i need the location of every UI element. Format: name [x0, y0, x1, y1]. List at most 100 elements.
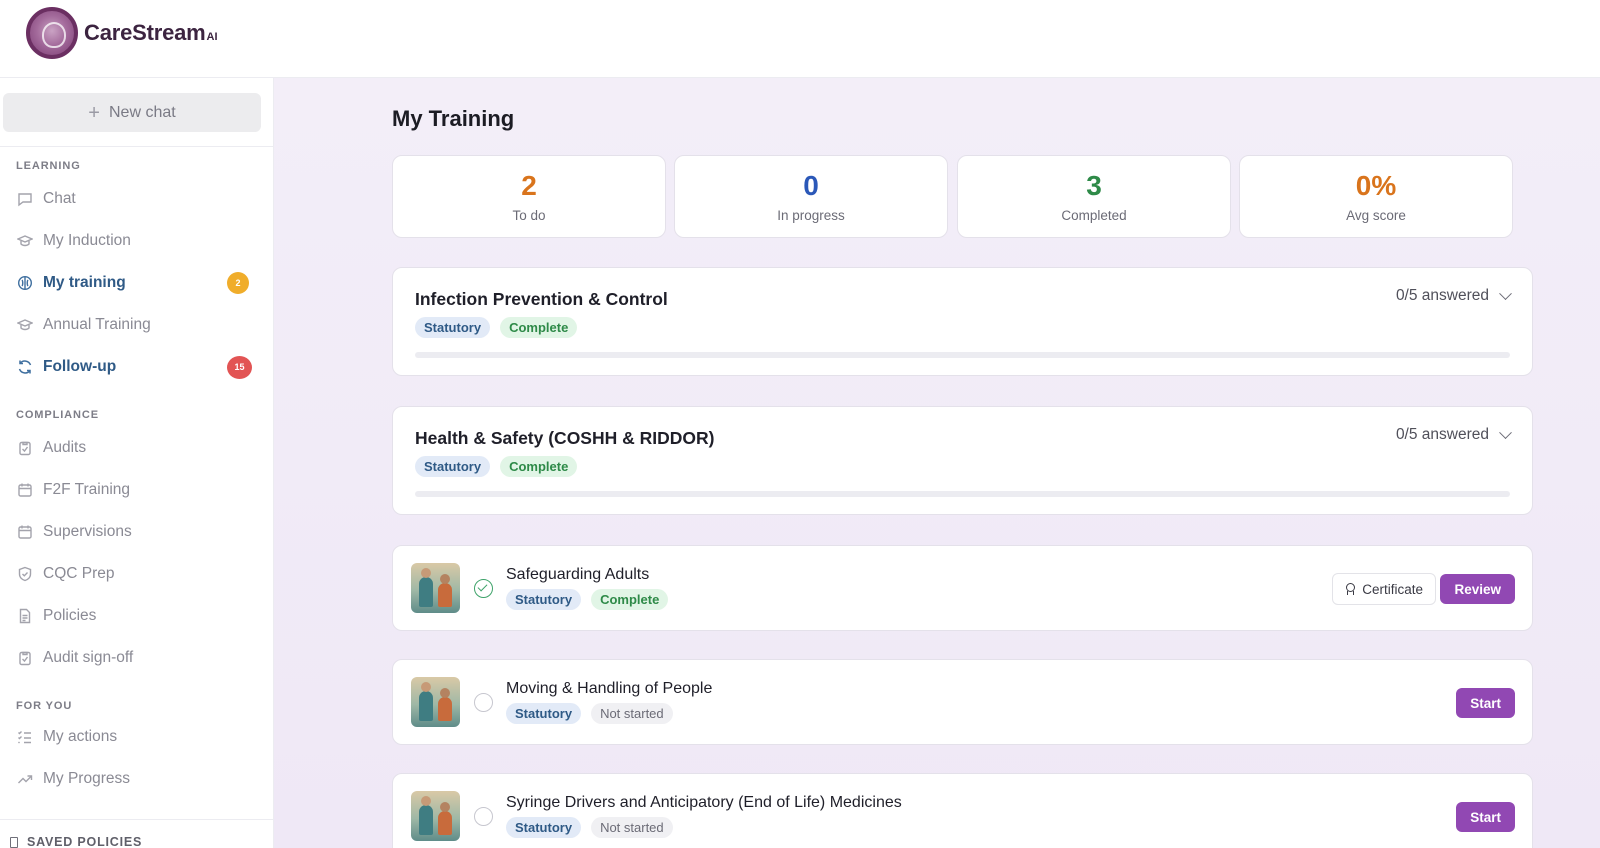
bookmark-icon: [10, 836, 18, 848]
sidebar-item-label: CQC Prep: [43, 565, 115, 582]
course-thumbnail: [411, 677, 460, 727]
award-icon: [1345, 583, 1356, 595]
sidebar-item-my-progress[interactable]: My Progress: [16, 764, 252, 794]
brain-icon: [16, 274, 34, 292]
sidebar-item-label: Audits: [43, 439, 87, 456]
course-title: Moving & Handling of People: [506, 680, 713, 697]
not-started-circle-icon: [474, 807, 493, 826]
page-title: My Training: [392, 106, 515, 131]
course-title: Safeguarding Adults: [506, 566, 650, 583]
stat-value: 0%: [1355, 170, 1397, 201]
module-expand-toggle[interactable]: 0/5 answered: [1395, 286, 1512, 305]
not-started-circle-icon: [474, 693, 493, 712]
sidebar: + New chat LEARNING Chat My Induction My…: [0, 78, 274, 848]
sidebar-item-cqc-prep[interactable]: CQC Prep: [16, 559, 252, 589]
statutory-tag: Statutory: [506, 703, 582, 724]
stat-card-to-do: 2 To do: [392, 155, 666, 238]
statutory-tag: Statutory: [506, 817, 582, 838]
trending-up-icon: [16, 770, 34, 788]
clipboard-check-icon: [16, 649, 34, 667]
sidebar-item-label: Annual Training: [43, 316, 151, 333]
certificate-label: Certificate: [1362, 581, 1423, 597]
course-tags: Statutory Complete: [506, 589, 678, 610]
sidebar-item-label: F2F Training: [43, 481, 131, 498]
module-title: Health & Safety (COSHH & RIDDOR): [415, 428, 715, 448]
clipboard-check-icon: [16, 439, 34, 457]
sidebar-item-label: My training: [43, 274, 126, 291]
shield-check-icon: [16, 565, 34, 583]
review-button[interactable]: Review: [1440, 574, 1515, 604]
brand-name: CareStream: [84, 20, 206, 45]
sidebar-item-annual-training[interactable]: Annual Training: [16, 310, 252, 340]
stat-label: Completed: [1061, 208, 1127, 223]
stat-label: In progress: [777, 208, 845, 223]
saved-policies-header[interactable]: SAVED POLICIES: [10, 835, 142, 848]
refresh-icon: [16, 358, 34, 376]
course-title: Syringe Drivers and Anticipatory (End of…: [506, 794, 902, 811]
graduation-cap-icon: [16, 232, 34, 250]
answered-count: 0/5 answered: [1395, 426, 1489, 443]
sidebar-item-label: Follow-up: [43, 358, 117, 375]
sidebar-item-label: Supervisions: [43, 523, 132, 540]
course-card-safeguarding-adults[interactable]: Safeguarding Adults Statutory Complete C…: [392, 545, 1533, 631]
sidebar-item-chat[interactable]: Chat: [16, 184, 252, 214]
sidebar-divider: [0, 146, 273, 147]
start-button[interactable]: Start: [1456, 802, 1515, 832]
module-expand-toggle[interactable]: 0/5 answered: [1395, 425, 1512, 444]
stat-value: 3: [1086, 170, 1102, 201]
stat-value: 0: [803, 170, 819, 201]
certificate-button[interactable]: Certificate: [1332, 573, 1436, 605]
course-tags: Statutory Not started: [506, 817, 683, 838]
statutory-tag: Statutory: [415, 456, 491, 477]
brand-suffix: AI: [206, 31, 218, 43]
section-label-for-you: FOR YOU: [16, 700, 73, 712]
section-label-compliance: COMPLIANCE: [16, 409, 99, 421]
course-thumbnail: [411, 791, 460, 841]
sidebar-item-my-actions[interactable]: My actions: [16, 722, 252, 752]
course-tags: Statutory Not started: [506, 703, 683, 724]
sidebar-item-label: Policies: [43, 607, 97, 624]
checklist-icon: [16, 728, 34, 746]
sidebar-item-audit-sign-off[interactable]: Audit sign-off: [16, 643, 252, 673]
graduation-cap-icon: [16, 316, 34, 334]
status-tag: Complete: [591, 589, 669, 610]
module-progress-bar: [415, 352, 1510, 358]
status-tag: Complete: [500, 317, 578, 338]
brand-logo[interactable]: CareStream AI: [26, 7, 218, 59]
answered-count: 0/5 answered: [1395, 287, 1489, 304]
stat-card-avg-score: 0% Avg score: [1239, 155, 1513, 238]
new-chat-label: New chat: [108, 103, 176, 121]
sidebar-item-my-training[interactable]: My training 2: [16, 268, 252, 298]
sidebar-item-my-induction[interactable]: My Induction: [16, 226, 252, 256]
module-card-health-safety[interactable]: Health & Safety (COSHH & RIDDOR) 0/5 ans…: [392, 406, 1533, 515]
section-label-learning: LEARNING: [16, 160, 81, 172]
sidebar-item-f2f-training[interactable]: F2F Training: [16, 475, 252, 505]
new-chat-button[interactable]: + New chat: [3, 93, 261, 132]
module-tags: Statutory Complete: [415, 456, 587, 477]
calendar-icon: [16, 523, 34, 541]
stat-value: 2: [521, 170, 537, 201]
sidebar-item-audits[interactable]: Audits: [16, 433, 252, 463]
start-button[interactable]: Start: [1456, 688, 1515, 718]
course-card-syringe-drivers[interactable]: Syringe Drivers and Anticipatory (End of…: [392, 773, 1533, 848]
follow-up-count-badge: 15: [227, 355, 252, 379]
statutory-tag: Statutory: [506, 589, 582, 610]
status-tag: Not started: [591, 817, 673, 838]
sidebar-item-label: My Induction: [43, 232, 131, 249]
sidebar-item-policies[interactable]: Policies: [16, 601, 252, 631]
module-card-infection-prevention[interactable]: Infection Prevention & Control 0/5 answe…: [392, 267, 1533, 376]
status-tag: Not started: [591, 703, 673, 724]
sidebar-item-label: Chat: [43, 190, 76, 207]
sidebar-item-supervisions[interactable]: Supervisions: [16, 517, 252, 547]
saved-policies-label: SAVED POLICIES: [27, 835, 143, 848]
calendar-icon: [16, 481, 34, 499]
module-title: Infection Prevention & Control: [415, 289, 668, 309]
statutory-tag: Statutory: [415, 317, 491, 338]
sidebar-item-follow-up[interactable]: Follow-up 15: [16, 352, 252, 382]
stat-label: To do: [512, 208, 546, 223]
course-thumbnail: [411, 563, 460, 613]
chevron-down-icon: [1499, 425, 1512, 439]
course-card-moving-handling[interactable]: Moving & Handling of People Statutory No…: [392, 659, 1533, 745]
document-icon: [16, 607, 34, 625]
chevron-down-icon: [1499, 286, 1512, 300]
